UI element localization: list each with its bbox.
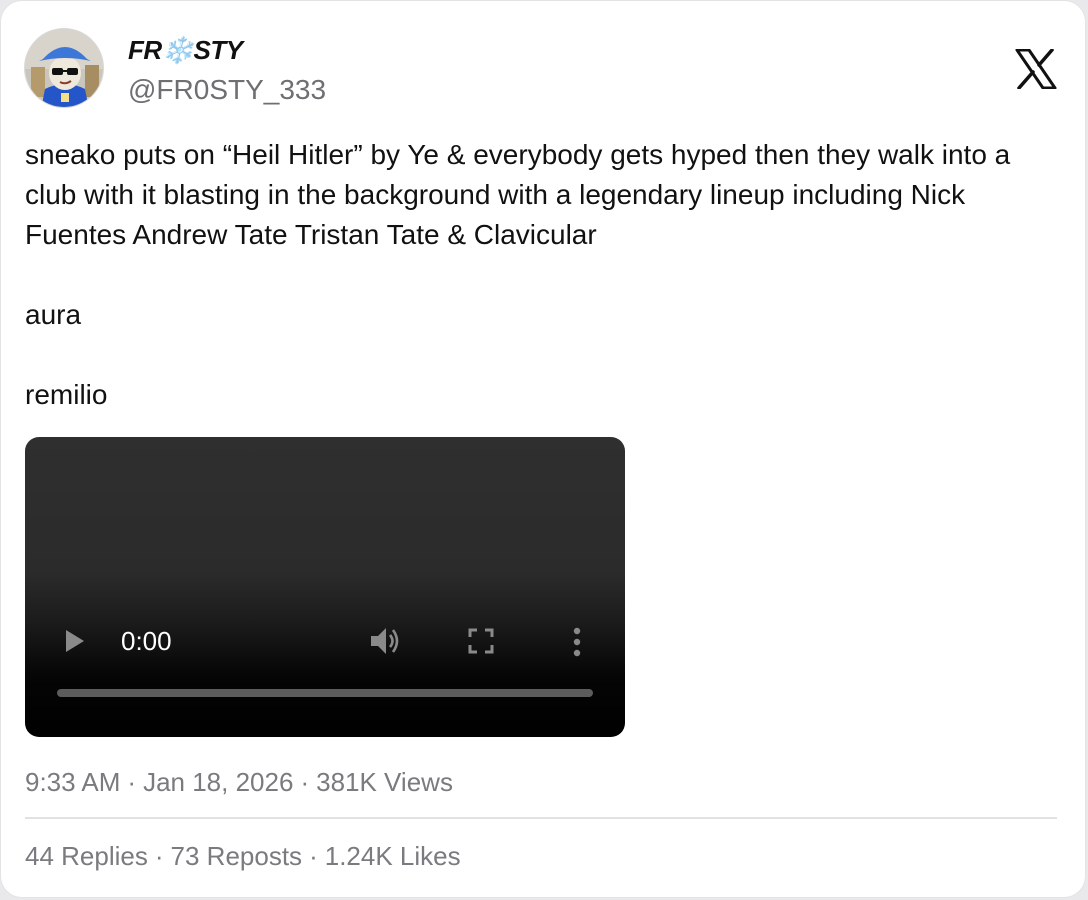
stats-separator: · [309,841,318,871]
meta-separator: · [300,767,310,797]
video-player[interactable]: 0:00 [25,437,625,737]
x-logo-icon[interactable] [1015,49,1057,89]
tweet-text-line: remilio [25,379,108,410]
tweet-stats: 44 Replies · 73 Reposts · 1.24K Likes [25,839,461,873]
video-progress-bar[interactable] [57,689,593,697]
volume-icon[interactable] [369,625,403,657]
divider [25,817,1057,819]
tweet-views: 381K Views [316,767,453,797]
tweet-card: FR❄️STY @FR0STY_333 sneako puts on “Heil… [0,0,1086,898]
meta-separator: · [127,767,137,797]
stats-separator: · [154,841,164,871]
fullscreen-icon[interactable] [468,628,494,654]
avatar-image [25,29,103,107]
likes-count[interactable]: 1.24K Likes [325,841,461,871]
tweet-text-line: aura [25,299,82,330]
avatar[interactable] [24,28,104,108]
tweet-date[interactable]: Jan 18, 2026 [143,767,293,797]
handle[interactable]: @FR0STY_333 [128,73,326,107]
play-icon[interactable] [65,629,85,653]
tweet-meta: 9:33 AM · Jan 18, 2026 · 381K Views [25,765,453,799]
more-vertical-icon[interactable] [570,627,584,657]
tweet-text-line: sneako puts on “Heil Hitler” by Ye & eve… [25,139,1011,250]
tweet-text: sneako puts on “Heil Hitler” by Ye & eve… [25,135,1055,415]
reposts-count[interactable]: 73 Reposts [171,841,303,871]
tweet-time[interactable]: 9:33 AM [25,767,120,797]
video-time: 0:00 [121,626,172,656]
display-name[interactable]: FR❄️STY [128,35,243,65]
replies-count[interactable]: 44 Replies [25,841,148,871]
